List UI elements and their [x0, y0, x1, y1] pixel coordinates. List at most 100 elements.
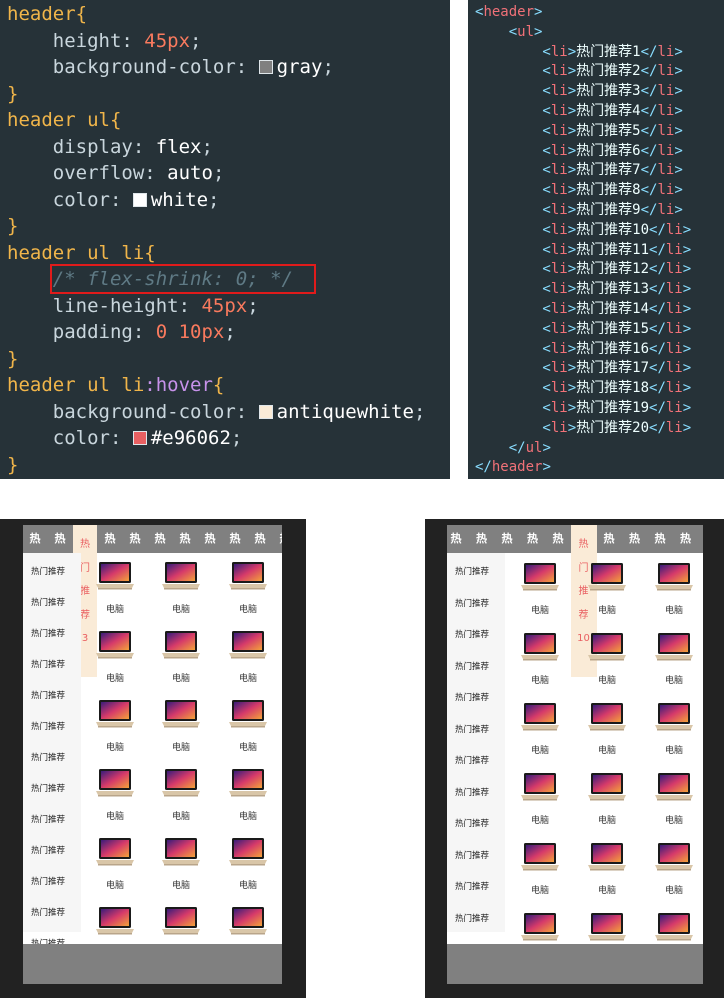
nav-item[interactable]: 热 — [176, 525, 194, 553]
side-list-item[interactable]: 热门推荐 — [31, 844, 65, 856]
code-token: 热门推荐12 — [576, 261, 650, 278]
side-list-item[interactable]: 热门推荐 — [455, 565, 489, 577]
code-token: 热门推荐19 — [576, 400, 650, 416]
side-list-item[interactable]: 热门推荐 — [455, 660, 489, 672]
code-token: < — [475, 23, 518, 40]
laptop-icon — [654, 701, 694, 733]
code-line: <li>热门推荐5</li> — [475, 122, 683, 142]
side-list-item[interactable]: 热门推荐 — [31, 627, 65, 639]
code-token: { — [144, 241, 156, 264]
side-list-item[interactable]: 热门推荐 — [455, 628, 489, 640]
code-token: li — [550, 63, 568, 80]
nav-item[interactable]: 热 — [549, 525, 567, 553]
nav-item[interactable]: 热 — [26, 525, 44, 553]
code-token: > — [682, 340, 692, 357]
nav-item[interactable]: 热 — [473, 525, 491, 553]
code-line: <li>热门推荐2</li> — [475, 62, 682, 82]
side-list-item[interactable]: 热门推荐 — [455, 849, 489, 861]
side-list-item[interactable]: 热门推荐 — [455, 597, 489, 609]
nav-item[interactable]: 热 — [524, 525, 542, 553]
side-list-item[interactable]: 热门推荐 — [455, 786, 489, 798]
side-list-item[interactable]: 热门推荐 — [455, 912, 489, 924]
code-token: : — [235, 56, 259, 78]
nav-item[interactable]: 热 — [151, 525, 169, 553]
code-token: > — [674, 162, 683, 179]
side-list-item[interactable]: 热门推荐 — [31, 720, 65, 732]
laptop-icon — [95, 836, 135, 868]
side-list-item[interactable]: 热门推荐 — [31, 658, 65, 670]
nav-item[interactable]: 热 — [600, 525, 618, 553]
code-token: 热门推荐18 — [576, 380, 650, 397]
side-list-item[interactable]: 热门推荐 — [455, 817, 489, 829]
code-token: : — [121, 29, 145, 52]
preview-without-flex-shrink: 热热热门推荐3热热热热热热热热 热门推荐热门推荐热门推荐热门推荐热门推荐热门推荐… — [0, 519, 306, 998]
laptop-icon — [587, 701, 627, 733]
side-list-item[interactable]: 热门推荐 — [31, 689, 65, 701]
nav-item[interactable]: 热 — [226, 525, 244, 553]
code-token: background-color — [7, 56, 236, 78]
code-token: < — [475, 261, 551, 278]
color-swatch — [132, 431, 147, 445]
code-token: > — [674, 202, 683, 218]
product-label: 电脑 — [597, 886, 616, 896]
side-list-item[interactable]: 热门推荐 — [455, 880, 489, 892]
code-token: > — [567, 261, 577, 278]
code-token: color — [7, 188, 110, 211]
code-token: </ — [649, 400, 666, 416]
code-line: background-color: antiquewhite; — [7, 399, 426, 426]
code-token: > — [674, 122, 683, 139]
code-line: <li>热门推荐15</li> — [475, 320, 691, 340]
code-line: padding: 0 10px; — [7, 319, 236, 346]
nav-item[interactable]: 热 — [677, 525, 695, 553]
code-line: <li>热门推荐16</li> — [475, 340, 691, 360]
product-label: 电脑 — [664, 676, 683, 686]
nav-item[interactable]: 热 — [201, 525, 219, 553]
nav-item[interactable]: 热 — [251, 525, 269, 553]
laptop-icon — [95, 767, 135, 799]
code-token: white — [150, 188, 209, 211]
code-token: color — [7, 427, 110, 449]
code-token: antiquewhite — [276, 400, 414, 423]
code-line: display: flex; — [7, 134, 213, 161]
code-token: header — [7, 3, 76, 25]
product-label: 电脑 — [664, 606, 683, 616]
code-token: li — [657, 182, 675, 199]
side-list-item[interactable]: 热门推荐 — [31, 813, 65, 825]
code-token: < — [475, 380, 551, 397]
code-token: < — [475, 241, 551, 258]
code-line: </ul> — [475, 439, 551, 459]
laptop-icon — [587, 771, 627, 803]
code-token: 热门推荐7 — [576, 162, 641, 179]
product-label: 电脑 — [597, 676, 616, 686]
code-token: header ul li — [7, 374, 145, 396]
nav-item[interactable]: 热 — [126, 525, 144, 553]
nav-item[interactable]: 热 — [276, 525, 283, 553]
side-list-item[interactable]: 热门推荐 — [31, 782, 65, 794]
nav-item[interactable]: 热 — [101, 525, 119, 553]
code-token: > — [534, 4, 543, 20]
nav-item[interactable]: 热 — [651, 525, 669, 553]
side-list-item[interactable]: 热门推荐 — [455, 691, 489, 703]
code-token: </ — [649, 419, 666, 436]
code-token: > — [567, 83, 577, 100]
laptop-icon — [520, 911, 560, 943]
nav-item[interactable]: 热 — [447, 525, 465, 553]
side-list-item[interactable]: 热门推荐 — [31, 875, 65, 887]
nav-item[interactable]: 热 — [51, 525, 69, 553]
code-token: 热门推荐5 — [576, 122, 641, 139]
code-token: gray — [276, 56, 323, 78]
side-list-item[interactable]: 热门推荐 — [31, 596, 65, 608]
side-list-item[interactable]: 热门推荐 — [31, 751, 65, 763]
laptop-icon — [520, 771, 560, 803]
side-list-item[interactable]: 热门推荐 — [455, 754, 489, 766]
code-token: li — [550, 400, 568, 416]
code-token: </ — [640, 162, 658, 179]
nav-item[interactable]: 热 — [498, 525, 516, 553]
code-token: 热门推荐10 — [576, 221, 650, 238]
code-token: > — [682, 320, 692, 337]
side-list-item[interactable]: 热门推荐 — [455, 723, 489, 735]
nav-item[interactable]: 热 — [626, 525, 644, 553]
code-token: li — [550, 261, 568, 278]
side-list-item[interactable]: 热门推荐 — [31, 906, 65, 918]
side-list-item[interactable]: 热门推荐 — [31, 565, 65, 577]
